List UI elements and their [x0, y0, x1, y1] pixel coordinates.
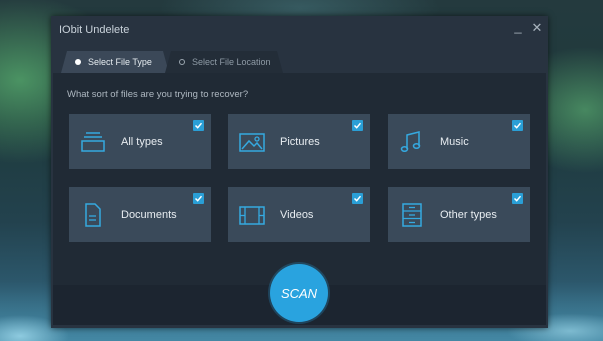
checkbox-checked-icon[interactable]	[193, 193, 204, 204]
tab-label: Select File Type	[88, 57, 152, 67]
radio-ring-icon	[179, 59, 185, 65]
card-label: Pictures	[280, 136, 320, 148]
prompt-text: What sort of files are you trying to rec…	[67, 89, 249, 100]
cabinet-icon	[402, 203, 422, 227]
close-button[interactable]: ✕	[529, 20, 545, 36]
music-note-icon	[400, 131, 421, 153]
card-all-types[interactable]: All types	[69, 114, 211, 169]
card-label: Videos	[280, 209, 314, 221]
checkbox-checked-icon[interactable]	[512, 120, 523, 131]
picture-icon	[239, 133, 265, 152]
checkbox-checked-icon[interactable]	[352, 193, 363, 204]
tab-label: Select File Location	[192, 57, 271, 67]
title-bar: IObit Undelete _ ✕	[51, 16, 548, 44]
scan-button[interactable]: SCAN	[270, 264, 328, 322]
card-label: Documents	[121, 209, 177, 221]
window-title: IObit Undelete	[59, 24, 130, 36]
film-icon	[239, 206, 265, 225]
radio-dot-icon	[75, 59, 81, 65]
card-label: All types	[121, 136, 163, 148]
minimize-button[interactable]: _	[510, 19, 526, 34]
checkbox-checked-icon[interactable]	[352, 120, 363, 131]
app-window: IObit Undelete _ ✕ Select File Type Sele…	[51, 16, 548, 328]
card-other-types[interactable]: Other types	[388, 187, 530, 242]
card-videos[interactable]: Videos	[228, 187, 370, 242]
card-label: Other types	[440, 209, 497, 221]
tab-select-file-type[interactable]: Select File Type	[61, 51, 169, 73]
file-type-panel: What sort of files are you trying to rec…	[53, 73, 546, 325]
stack-icon	[81, 132, 105, 152]
checkbox-checked-icon[interactable]	[512, 193, 523, 204]
card-label: Music	[440, 136, 469, 148]
card-music[interactable]: Music	[388, 114, 530, 169]
document-icon	[85, 203, 101, 227]
card-documents[interactable]: Documents	[69, 187, 211, 242]
checkbox-checked-icon[interactable]	[193, 120, 204, 131]
card-pictures[interactable]: Pictures	[228, 114, 370, 169]
tab-select-file-location[interactable]: Select File Location	[165, 51, 283, 73]
